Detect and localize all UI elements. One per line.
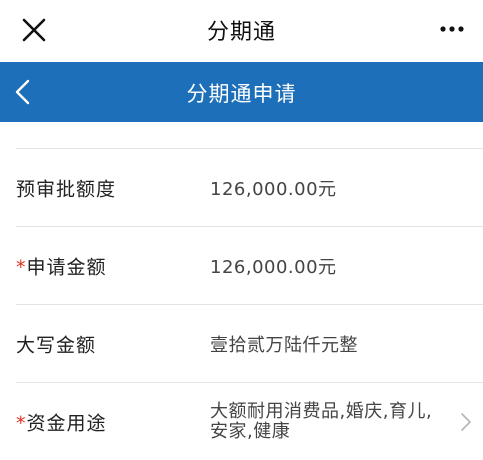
row-preapproved-limit: 预审批额度 126,000.00元 xyxy=(0,149,483,226)
amount-in-words-value: 壹拾贰万陆仟元整 xyxy=(210,334,358,356)
application-form: 预审批额度 126,000.00元 *申请金额 126,000.00元 大写金额… xyxy=(0,122,483,452)
page-title: 分期通申请 xyxy=(186,82,297,106)
fund-purpose-label-text: 资金用途 xyxy=(26,412,107,434)
app-top-bar: 分期通 xyxy=(0,0,483,62)
apply-amount-value[interactable]: 126,000.00元 xyxy=(210,253,337,279)
page-header: 分期通申请 xyxy=(0,62,483,122)
app-title: 分期通 xyxy=(206,20,276,45)
row-amount-in-words: 大写金额 壹拾贰万陆仟元整 xyxy=(0,305,483,382)
row-apply-amount[interactable]: *申请金额 126,000.00元 xyxy=(0,227,483,304)
preapproved-limit-value: 126,000.00元 xyxy=(210,178,337,200)
required-mark: * xyxy=(16,412,27,434)
more-icon xyxy=(440,26,464,32)
chevron-right-icon[interactable] xyxy=(459,412,473,432)
apply-amount-label-text: 申请金额 xyxy=(26,256,107,278)
row-fund-purpose[interactable]: *资金用途 大额耐用消费品,婚庆,育儿,安家,健康 xyxy=(0,383,483,460)
preapproved-limit-label: 预审批额度 xyxy=(16,178,117,200)
amount-in-words-label: 大写金额 xyxy=(16,334,97,356)
fund-purpose-label: *资金用途 xyxy=(16,408,107,435)
fund-purpose-value[interactable]: 大额耐用消费品,婚庆,育儿,安家,健康 xyxy=(210,401,440,442)
required-mark: * xyxy=(16,256,27,278)
apply-amount-label: *申请金额 xyxy=(16,252,107,279)
more-button[interactable] xyxy=(437,18,467,40)
